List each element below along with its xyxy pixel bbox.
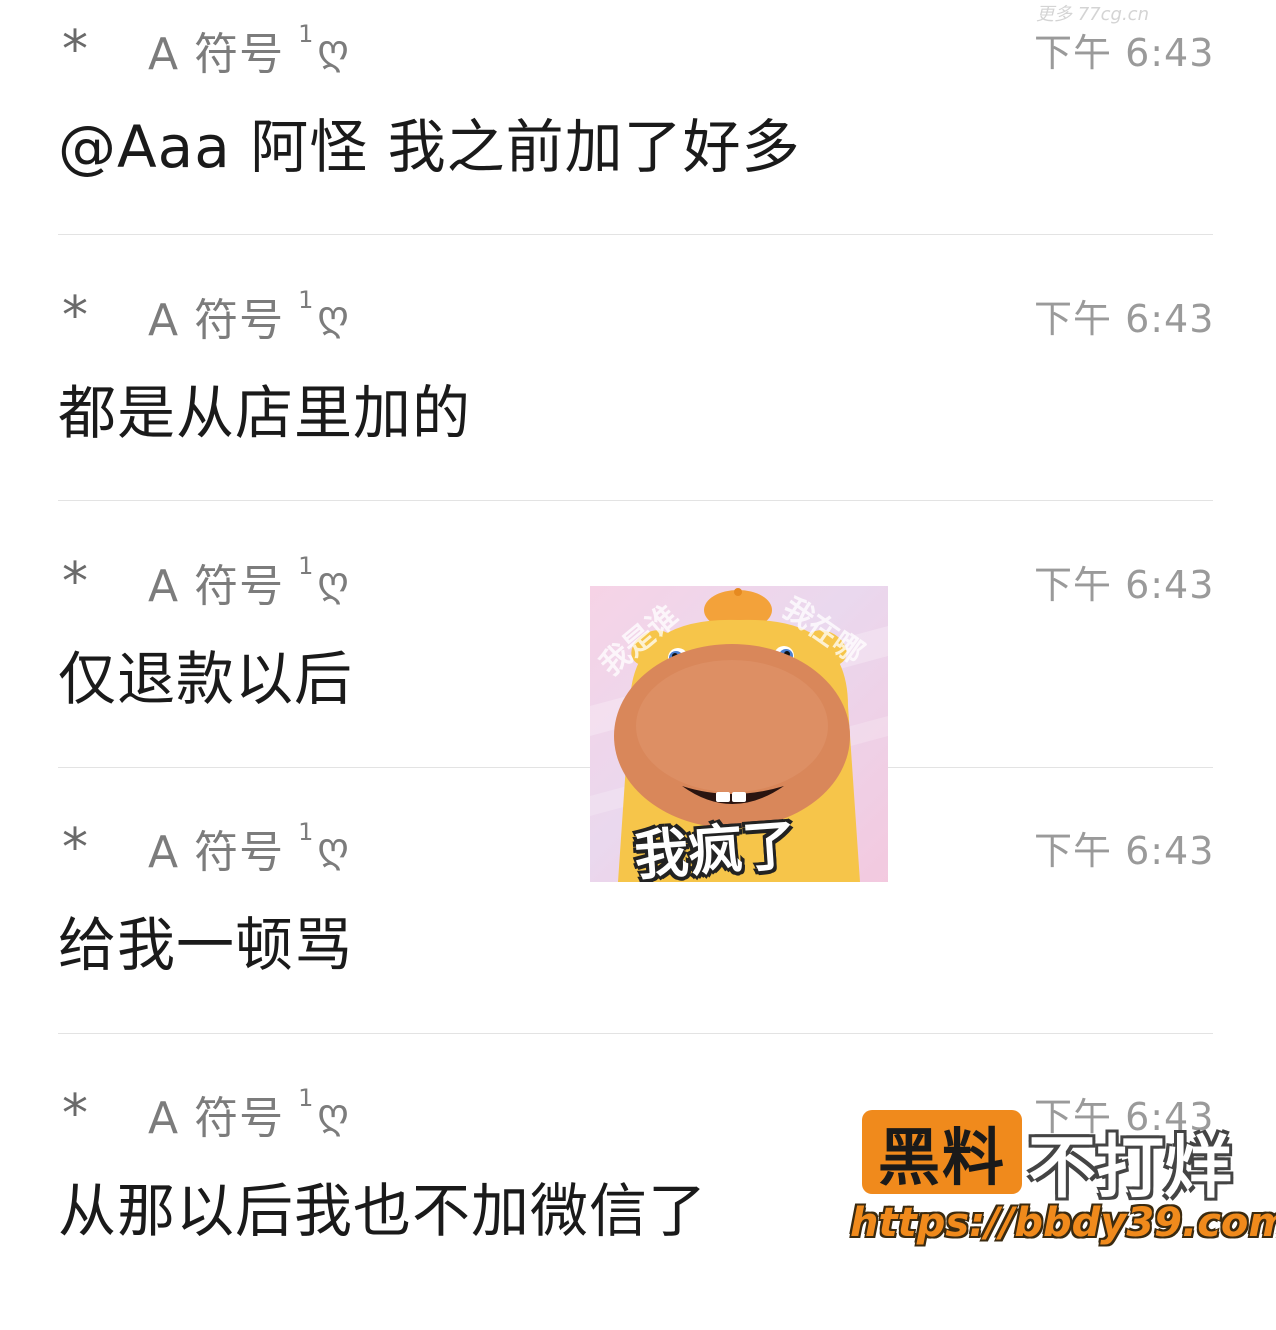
sender-line: * A 符号 1 ღ bbox=[62, 552, 349, 612]
sender-line: * A 符号 1 ღ bbox=[62, 286, 349, 346]
message-text: 仅退款以后 bbox=[58, 645, 354, 713]
sender-name[interactable]: A 符号 bbox=[148, 284, 284, 348]
message-item[interactable]: * A 符号 1 ღ 下午 6:43 都是从店里加的 bbox=[0, 266, 1276, 532]
sender-decoration: ღ bbox=[317, 293, 349, 339]
sender-name[interactable]: A 符号 bbox=[148, 816, 284, 880]
divider bbox=[58, 234, 1213, 235]
sticker-image[interactable]: 我是谁 我在哪 我疯了 bbox=[590, 586, 888, 882]
message-item[interactable]: * A 符号 1 ღ 下午 6:43 @Aaa 阿怪 我之前加了好多 bbox=[0, 0, 1276, 266]
sender-decoration: ღ bbox=[317, 1091, 349, 1137]
sender-line: * A 符号 1 ღ bbox=[62, 818, 349, 878]
sticker-caption: 我疯了 bbox=[632, 813, 799, 882]
sender-decoration: ღ bbox=[317, 559, 349, 605]
message-text: 给我一顿骂 bbox=[58, 911, 354, 979]
star-icon: * bbox=[62, 20, 88, 80]
message-text: 从那以后我也不加微信了 bbox=[58, 1177, 708, 1245]
sender-line: * A 符号 1 ღ bbox=[62, 20, 349, 80]
sender-level: 1 bbox=[298, 286, 314, 314]
brand-slogan: 不打烊 bbox=[1028, 1129, 1233, 1208]
divider bbox=[58, 1033, 1213, 1034]
brand-badge-text: 黑料 bbox=[877, 1121, 1006, 1194]
message-text: 都是从店里加的 bbox=[58, 379, 472, 447]
star-icon: * bbox=[62, 286, 88, 346]
star-icon: * bbox=[62, 552, 88, 612]
sender-level: 1 bbox=[298, 20, 314, 48]
sender-name[interactable]: A 符号 bbox=[148, 550, 284, 614]
sender-decoration: ღ bbox=[317, 27, 349, 73]
message-text: @Aaa 阿怪 我之前加了好多 bbox=[58, 113, 801, 181]
sender-level: 1 bbox=[298, 818, 314, 846]
star-icon: * bbox=[62, 818, 88, 878]
sender-decoration: ღ bbox=[317, 825, 349, 871]
brand-url[interactable]: https://bbdy39.com bbox=[850, 1200, 1276, 1246]
brand-badge: 黑料 bbox=[862, 1110, 1022, 1194]
sender-name[interactable]: A 符号 bbox=[148, 1082, 284, 1146]
message-time: 下午 6:43 bbox=[1034, 829, 1215, 873]
star-icon: * bbox=[62, 1084, 88, 1144]
sender-name[interactable]: A 符号 bbox=[148, 18, 284, 82]
divider bbox=[58, 500, 1213, 501]
sender-level: 1 bbox=[298, 1084, 314, 1112]
sender-level: 1 bbox=[298, 552, 314, 580]
message-time: 下午 6:43 bbox=[1034, 297, 1215, 341]
sender-line: * A 符号 1 ღ bbox=[62, 1084, 349, 1144]
message-time: 下午 6:43 bbox=[1034, 31, 1215, 75]
message-time: 下午 6:43 bbox=[1034, 563, 1215, 607]
